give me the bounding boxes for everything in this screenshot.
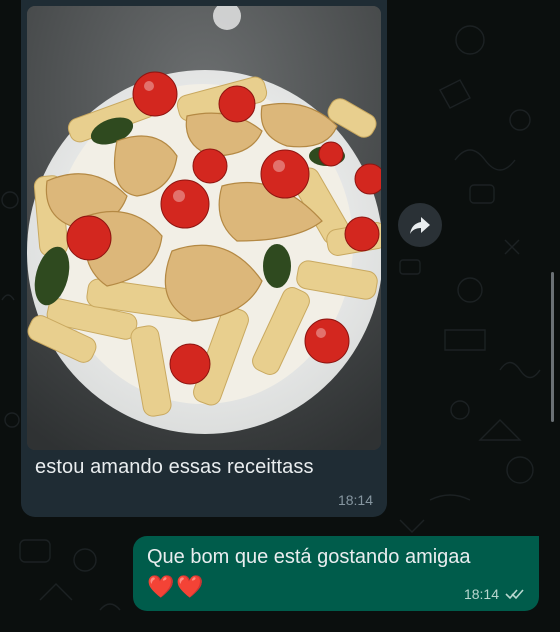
- incoming-message-text: estou amando essas receittass: [35, 456, 314, 478]
- pasta-dish-image: [27, 6, 381, 450]
- chat-area: estou amando essas receittass 18:14 Que …: [0, 0, 560, 632]
- incoming-message-time: 18:14: [337, 492, 373, 508]
- outgoing-message-text: Que bom que está gostando amigaa: [147, 546, 471, 568]
- outgoing-message-time: 18:14: [463, 586, 499, 602]
- outgoing-message-bubble[interactable]: Que bom que está gostando amigaa ❤️❤️ 18…: [133, 536, 539, 611]
- outgoing-message-meta: 18:14: [464, 586, 525, 602]
- message-photo[interactable]: [27, 6, 381, 450]
- double-check-icon: [505, 589, 524, 600]
- forward-button[interactable]: [398, 203, 442, 247]
- forward-arrow-icon: [410, 217, 430, 234]
- chat-scrollbar[interactable]: [551, 272, 554, 422]
- outgoing-message-emoji: ❤️❤️: [147, 574, 206, 599]
- incoming-message-bubble[interactable]: estou amando essas receittass 18:14: [21, 0, 387, 517]
